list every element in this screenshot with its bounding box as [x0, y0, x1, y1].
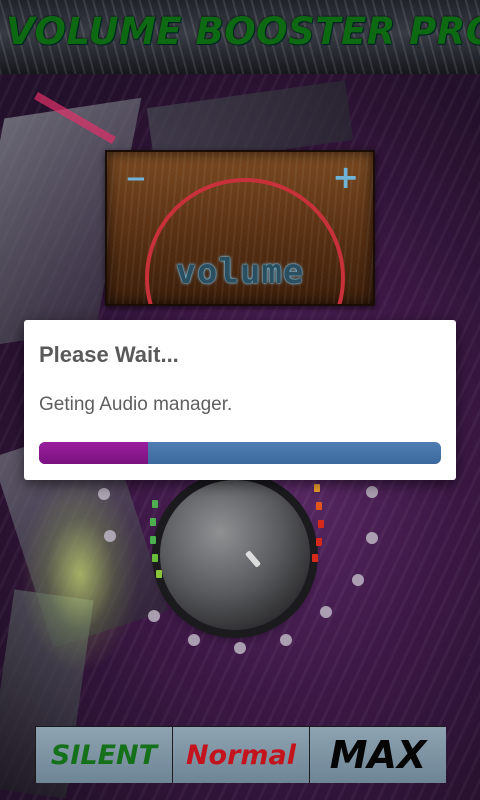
- silent-button[interactable]: SILENT: [36, 727, 173, 783]
- level-led: [150, 518, 156, 526]
- max-button[interactable]: MAX: [310, 727, 446, 783]
- level-dot-icon: [188, 634, 200, 646]
- level-led: [152, 500, 158, 508]
- app-title: VOLUME BOOSTER PRO: [6, 10, 480, 53]
- level-led: [150, 536, 156, 544]
- background-glow: [20, 474, 140, 674]
- level-dot-icon: [366, 532, 378, 544]
- volume-panel: − + volume: [105, 150, 375, 306]
- level-led: [312, 554, 318, 562]
- volume-label: volume: [175, 252, 305, 292]
- level-led: [316, 538, 322, 546]
- progress-bar-fill: [39, 442, 148, 464]
- level-dot-icon: [148, 610, 160, 622]
- level-led: [156, 570, 162, 578]
- level-led: [318, 520, 324, 528]
- app-header: VOLUME BOOSTER PRO: [0, 0, 480, 74]
- level-dot-icon: [352, 574, 364, 586]
- dialog-title: Please Wait...: [39, 342, 179, 367]
- volume-plus-icon: +: [332, 158, 359, 196]
- level-dot-icon: [280, 634, 292, 646]
- level-dot-icon: [320, 606, 332, 618]
- volume-knob-area[interactable]: [98, 470, 378, 670]
- level-led: [316, 502, 322, 510]
- dialog-message: Geting Audio manager.: [39, 394, 233, 415]
- level-led: [152, 554, 158, 562]
- progress-bar: [39, 442, 441, 464]
- volume-knob-icon[interactable]: [160, 480, 310, 630]
- level-dot-icon: [366, 486, 378, 498]
- progress-dialog: Please Wait... Geting Audio manager.: [24, 320, 456, 480]
- level-dot-icon: [98, 488, 110, 500]
- mode-button-bar: SILENT Normal MAX: [35, 726, 446, 783]
- normal-button[interactable]: Normal: [173, 727, 310, 783]
- level-led: [314, 484, 320, 492]
- level-dot-icon: [234, 642, 246, 654]
- level-dot-icon: [104, 530, 116, 542]
- volume-minus-icon: −: [125, 164, 147, 194]
